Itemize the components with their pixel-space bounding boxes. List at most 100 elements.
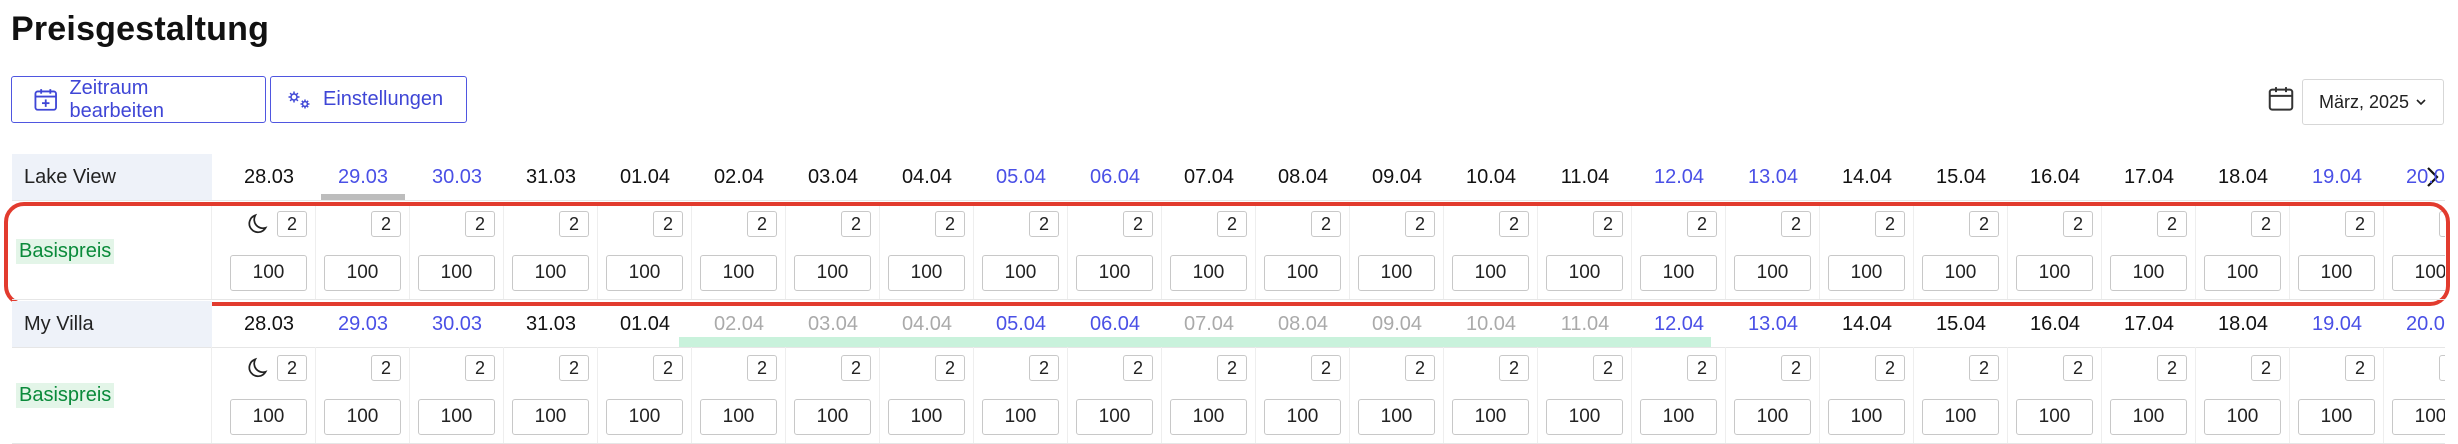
price-input[interactable]: 100 — [512, 399, 589, 435]
settings-button[interactable]: Einstellungen — [270, 76, 467, 123]
price-input[interactable]: 100 — [700, 255, 777, 291]
date-header[interactable]: 09.04 — [1350, 154, 1444, 200]
min-stay-input[interactable]: 2 — [747, 211, 777, 237]
date-header[interactable]: 01.04 — [598, 154, 692, 200]
date-header[interactable]: 04.04 — [880, 301, 974, 347]
min-stay-input[interactable]: 2 — [1405, 211, 1435, 237]
min-stay-input[interactable]: 2 — [1687, 355, 1717, 381]
price-input[interactable]: 100 — [2016, 255, 2093, 291]
min-stay-input[interactable]: 2 — [2345, 355, 2375, 381]
price-input[interactable]: 100 — [1264, 399, 1341, 435]
calendar-icon[interactable] — [2266, 84, 2296, 114]
price-input[interactable]: 100 — [606, 255, 683, 291]
min-stay-input[interactable]: 2 — [277, 211, 307, 237]
price-input[interactable]: 100 — [1452, 255, 1529, 291]
min-stay-input[interactable]: 2 — [2251, 355, 2281, 381]
date-header[interactable]: 13.04 — [1726, 154, 1820, 200]
price-input[interactable]: 100 — [324, 399, 401, 435]
min-stay-input[interactable]: 2 — [465, 211, 495, 237]
price-input[interactable]: 100 — [1170, 399, 1247, 435]
price-input[interactable]: 100 — [2110, 399, 2187, 435]
price-input[interactable]: 100 — [1170, 255, 1247, 291]
min-stay-input[interactable]: 2 — [2063, 355, 2093, 381]
min-stay-input[interactable]: 2 — [2157, 211, 2187, 237]
min-stay-input[interactable]: 2 — [2345, 211, 2375, 237]
price-input[interactable]: 100 — [1922, 255, 1999, 291]
min-stay-input[interactable]: 2 — [935, 355, 965, 381]
date-header[interactable]: 05.04 — [974, 154, 1068, 200]
min-stay-input[interactable]: 2 — [1687, 211, 1717, 237]
min-stay-input[interactable]: 2 — [1593, 211, 1623, 237]
date-header[interactable]: 10.04 — [1444, 301, 1538, 347]
min-stay-input[interactable]: 2 — [841, 355, 871, 381]
date-header[interactable]: 20.04 — [2384, 301, 2445, 347]
date-header[interactable]: 30.03 — [410, 301, 504, 347]
price-input[interactable]: 100 — [1264, 255, 1341, 291]
min-stay-input[interactable]: 2 — [1593, 355, 1623, 381]
min-stay-input[interactable]: 2 — [559, 355, 589, 381]
date-header[interactable]: 04.04 — [880, 154, 974, 200]
price-input[interactable]: 100 — [512, 255, 589, 291]
min-stay-input[interactable]: 2 — [1123, 355, 1153, 381]
price-input[interactable]: 100 — [1546, 399, 1623, 435]
min-stay-input[interactable]: 2 — [1217, 211, 1247, 237]
min-stay-input[interactable]: 2 — [841, 211, 871, 237]
date-header[interactable]: 12.04 — [1632, 301, 1726, 347]
min-stay-input[interactable]: 2 — [1311, 211, 1341, 237]
price-input[interactable]: 100 — [324, 255, 401, 291]
date-header[interactable]: 15.04 — [1914, 154, 2008, 200]
date-header[interactable]: 07.04 — [1162, 301, 1256, 347]
price-input[interactable]: 100 — [888, 399, 965, 435]
price-input[interactable]: 100 — [230, 255, 307, 291]
min-stay-input[interactable]: 2 — [371, 211, 401, 237]
min-stay-input[interactable]: 2 — [1029, 355, 1059, 381]
min-stay-input[interactable]: 2 — [1969, 355, 1999, 381]
min-stay-input[interactable]: 2 — [465, 355, 495, 381]
price-input[interactable]: 100 — [1452, 399, 1529, 435]
price-input[interactable]: 100 — [2016, 399, 2093, 435]
price-input[interactable]: 100 — [1546, 255, 1623, 291]
date-header[interactable]: 03.04 — [786, 154, 880, 200]
min-stay-input[interactable]: 2 — [2439, 355, 2445, 381]
price-input[interactable]: 100 — [2392, 255, 2445, 291]
date-header[interactable]: 18.04 — [2196, 301, 2290, 347]
date-header[interactable]: 05.04 — [974, 301, 1068, 347]
min-stay-input[interactable]: 2 — [1781, 211, 1811, 237]
price-input[interactable]: 100 — [2298, 399, 2375, 435]
min-stay-input[interactable]: 2 — [1311, 355, 1341, 381]
price-input[interactable]: 100 — [700, 399, 777, 435]
min-stay-input[interactable]: 2 — [1499, 211, 1529, 237]
price-input[interactable]: 100 — [1076, 399, 1153, 435]
date-header[interactable]: 10.04 — [1444, 154, 1538, 200]
price-input[interactable]: 100 — [982, 399, 1059, 435]
min-stay-input[interactable]: 2 — [1875, 355, 1905, 381]
price-input[interactable]: 100 — [418, 255, 495, 291]
price-input[interactable]: 100 — [418, 399, 495, 435]
min-stay-input[interactable]: 2 — [2251, 211, 2281, 237]
price-input[interactable]: 100 — [1734, 255, 1811, 291]
min-stay-input[interactable]: 2 — [1875, 211, 1905, 237]
date-header[interactable]: 17.04 — [2102, 154, 2196, 200]
date-header[interactable]: 06.04 — [1068, 154, 1162, 200]
date-header[interactable]: 19.04 — [2290, 154, 2384, 200]
price-input[interactable]: 100 — [1358, 399, 1435, 435]
date-header[interactable]: 11.04 — [1538, 154, 1632, 200]
date-header[interactable]: 31.03 — [504, 154, 598, 200]
date-header[interactable]: 19.04 — [2290, 301, 2384, 347]
min-stay-input[interactable]: 2 — [277, 355, 307, 381]
date-header[interactable]: 28.03 — [222, 154, 316, 200]
date-header[interactable]: 08.04 — [1256, 301, 1350, 347]
date-header[interactable]: 17.04 — [2102, 301, 2196, 347]
price-input[interactable]: 100 — [794, 399, 871, 435]
date-header[interactable]: 31.03 — [504, 301, 598, 347]
price-input[interactable]: 100 — [1076, 255, 1153, 291]
date-header[interactable]: 15.04 — [1914, 301, 2008, 347]
price-input[interactable]: 100 — [1640, 399, 1717, 435]
min-stay-input[interactable]: 2 — [1969, 211, 1999, 237]
price-input[interactable]: 100 — [982, 255, 1059, 291]
min-stay-input[interactable]: 2 — [2157, 355, 2187, 381]
price-input[interactable]: 100 — [888, 255, 965, 291]
price-input[interactable]: 100 — [1828, 399, 1905, 435]
price-input[interactable]: 100 — [1828, 255, 1905, 291]
price-input[interactable]: 100 — [2204, 399, 2281, 435]
